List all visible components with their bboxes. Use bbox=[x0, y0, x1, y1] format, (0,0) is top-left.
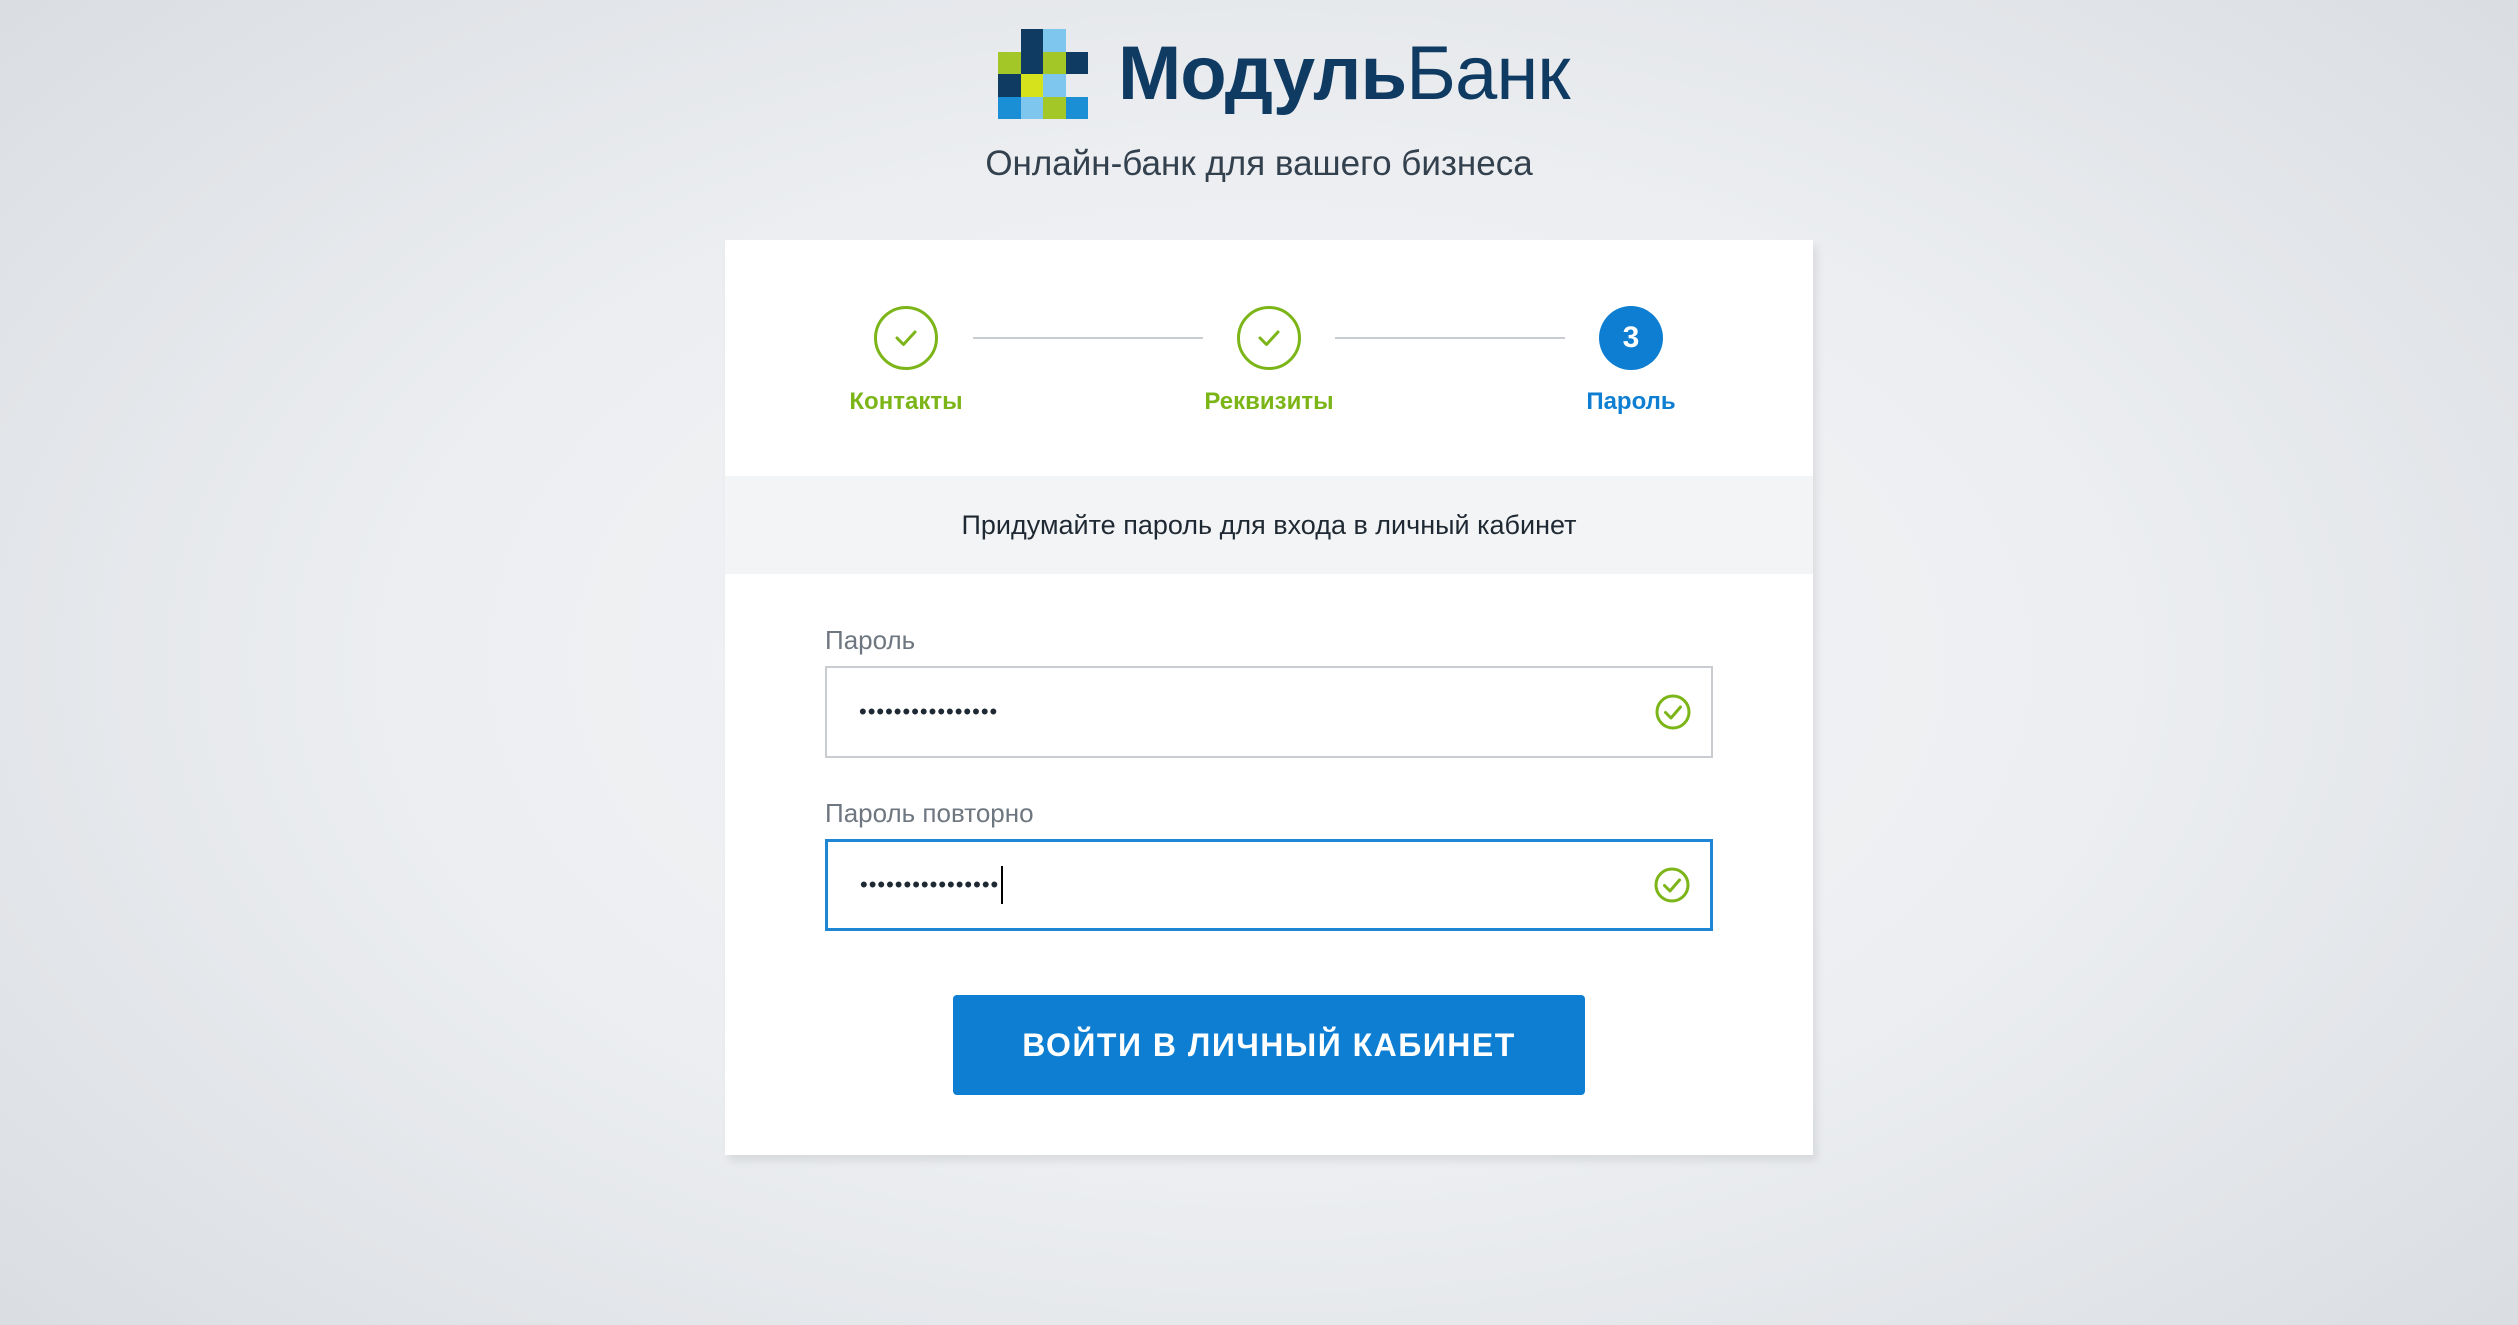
step-contacts: Контакты bbox=[806, 306, 1006, 416]
logo-wordmark: МодульБанк bbox=[1118, 36, 1571, 112]
password-repeat-value-text: •••••••••••••••• bbox=[860, 872, 1000, 897]
step-password-number: 3 bbox=[1599, 306, 1663, 370]
valid-check-icon bbox=[1654, 867, 1690, 903]
step-password: 3 Пароль bbox=[1531, 306, 1731, 416]
password-repeat-field-value: •••••••••••••••• bbox=[860, 866, 1004, 904]
step-requisites: Реквизиты bbox=[1169, 306, 1369, 416]
brand-logo: МодульБанк bbox=[998, 26, 1571, 122]
tagline: Онлайн-банк для вашего бизнеса bbox=[985, 144, 1533, 183]
password-label: Пароль bbox=[825, 625, 916, 655]
registration-card: Контакты Реквизиты 3 Пароль Придумайте п… bbox=[725, 240, 1813, 1155]
password-field-value: •••••••••••••••• bbox=[859, 699, 999, 724]
step-contacts-label: Контакты bbox=[849, 388, 963, 415]
info-banner-text: Придумайте пароль для входа в личный каб… bbox=[961, 509, 1577, 540]
logo-wordmark-light: Банк bbox=[1406, 31, 1570, 116]
valid-check-icon bbox=[1655, 694, 1691, 730]
login-button[interactable]: ВОЙТИ В ЛИЧНЫЙ КАБИНЕТ bbox=[953, 995, 1585, 1095]
password-repeat-label: Пароль повторно bbox=[825, 798, 1034, 828]
password-field[interactable]: •••••••••••••••• bbox=[825, 666, 1713, 758]
stepper: Контакты Реквизиты 3 Пароль bbox=[725, 240, 1813, 476]
step-requisites-check-icon bbox=[1237, 306, 1301, 370]
step-contacts-check-icon bbox=[874, 306, 938, 370]
info-banner: Придумайте пароль для входа в личный каб… bbox=[725, 476, 1813, 574]
logo-wordmark-bold: Модуль bbox=[1118, 31, 1407, 116]
password-repeat-field[interactable]: •••••••••••••••• bbox=[825, 839, 1713, 931]
logo-mosaic-icon bbox=[998, 29, 1088, 119]
text-caret bbox=[1001, 866, 1004, 904]
step-password-label: Пароль bbox=[1586, 388, 1676, 415]
step-requisites-label: Реквизиты bbox=[1204, 388, 1334, 415]
